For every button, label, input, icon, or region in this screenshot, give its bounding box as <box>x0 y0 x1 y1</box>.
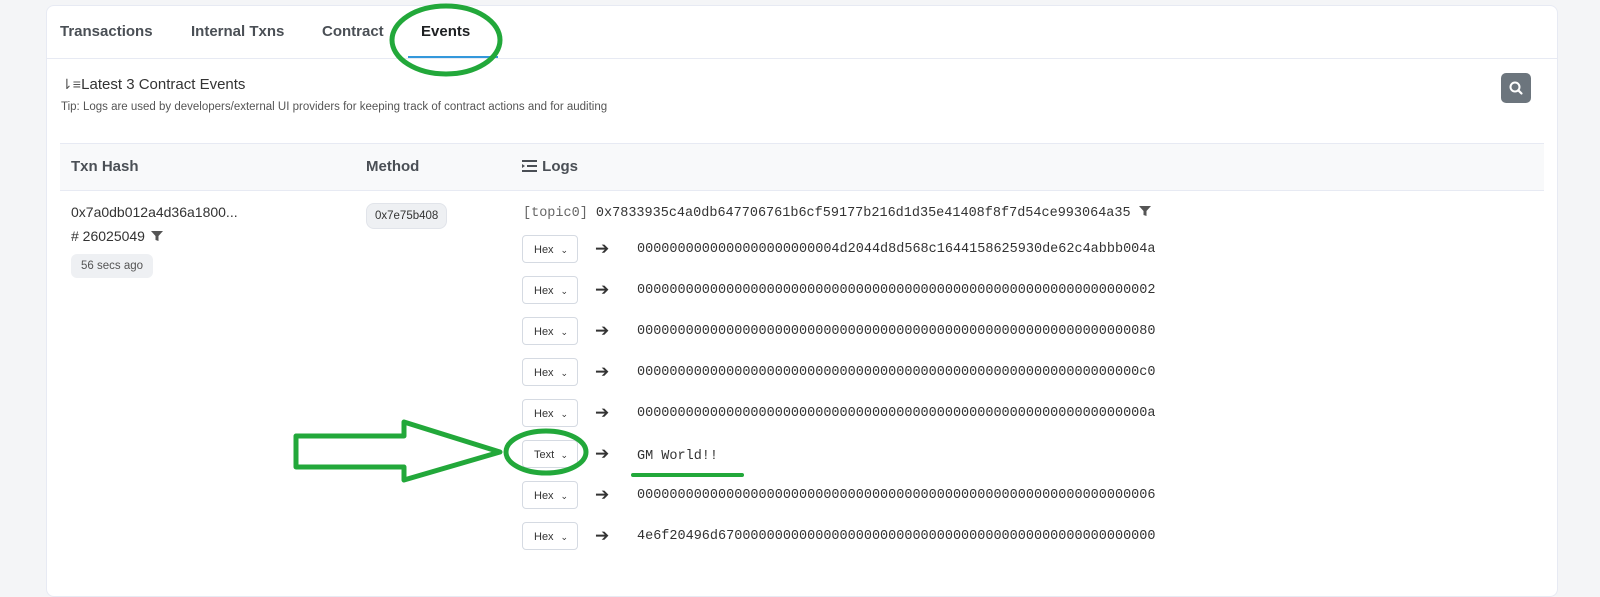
table-header: Txn Hash Method Logs <box>60 143 1544 191</box>
header-logs-label: Logs <box>542 158 579 175</box>
log-row: Hex ⌄ ➔ 000000000000000000000000000000000… <box>522 399 1552 429</box>
chevron-down-icon: ⌄ <box>560 286 568 296</box>
log-row-highlighted: Text ⌄ ➔ GM World!! <box>522 440 1552 470</box>
header-logs: Logs <box>522 158 578 175</box>
log-value: 0000000000000000000000000000000000000000… <box>637 406 1156 421</box>
block-number-link[interactable]: # 26025049 <box>71 228 145 244</box>
header-txn-hash: Txn Hash <box>71 158 139 175</box>
log-row: Hex ⌄ ➔ 000000000000000000000000000000000… <box>522 481 1552 511</box>
log-format-select[interactable]: Hex ⌄ <box>522 235 578 263</box>
log-format-select[interactable]: Hex ⌄ <box>522 522 578 550</box>
log-row: Hex ⌄ ➔ 0000000000000000000000004d2044d8d… <box>522 235 1552 265</box>
chevron-down-icon: ⌄ <box>560 532 568 542</box>
chevron-down-icon: ⌄ <box>560 245 568 255</box>
log-value: 4e6f20496d670000000000000000000000000000… <box>637 529 1156 544</box>
log-row: Hex ⌄ ➔ 000000000000000000000000000000000… <box>522 358 1552 388</box>
log-value: 0000000000000000000000004d2044d8d568c164… <box>637 242 1156 257</box>
log-format-select[interactable]: Hex ⌄ <box>522 276 578 304</box>
log-value: 0000000000000000000000000000000000000000… <box>637 324 1156 339</box>
log-row: Hex ⌄ ➔ 000000000000000000000000000000000… <box>522 276 1552 306</box>
tab-events[interactable]: Events <box>421 23 470 40</box>
events-title-text: Latest 3 Contract Events <box>81 76 246 93</box>
arrow-right-icon: ➔ <box>595 321 610 340</box>
block-number: # 26025049 <box>71 228 163 244</box>
topic0-line: [topic0] 0x7833935c4a0db647706761b6cf591… <box>523 205 1151 221</box>
log-format-select[interactable]: Hex ⌄ <box>522 317 578 345</box>
arrow-right-icon: ➔ <box>595 485 610 504</box>
chevron-down-icon: ⌄ <box>560 450 568 460</box>
log-value: 0000000000000000000000000000000000000000… <box>637 365 1156 380</box>
tab-contract[interactable]: Contract <box>322 23 384 40</box>
topic-value: 0x7833935c4a0db647706761b6cf59177b216d1d… <box>595 206 1131 221</box>
arrow-right-icon: ➔ <box>595 239 610 258</box>
chevron-down-icon: ⌄ <box>560 409 568 419</box>
search-button[interactable] <box>1501 73 1531 103</box>
events-tip: Tip: Logs are used by developers/externa… <box>61 101 608 113</box>
topic-label: [topic0] <box>523 206 588 221</box>
log-value: 0000000000000000000000000000000000000000… <box>637 488 1156 503</box>
log-format-select[interactable]: Hex ⌄ <box>522 481 578 509</box>
events-heading: ⇂≡ Latest 3 Contract Events <box>61 76 245 93</box>
log-value: GM World!! <box>637 449 719 464</box>
filter-icon[interactable] <box>1138 205 1151 217</box>
log-value: 0000000000000000000000000000000000000000… <box>637 283 1156 298</box>
tab-internal-txns[interactable]: Internal Txns <box>191 23 284 40</box>
contract-card: Transactions Internal Txns Contract Even… <box>46 5 1558 597</box>
arrow-right-icon: ➔ <box>595 403 610 422</box>
arrow-right-icon: ➔ <box>595 280 610 299</box>
log-format-select[interactable]: Text ⌄ <box>522 440 578 468</box>
log-row: Hex ⌄ ➔ 4e6f20496d67000000000000000000000… <box>522 522 1552 552</box>
search-icon <box>1509 81 1523 95</box>
log-row: Hex ⌄ ➔ 000000000000000000000000000000000… <box>522 317 1552 347</box>
log-format-select[interactable]: Hex ⌄ <box>522 358 578 386</box>
arrow-right-icon: ➔ <box>595 526 610 545</box>
arrow-right-icon: ➔ <box>595 444 610 463</box>
chevron-down-icon: ⌄ <box>560 368 568 378</box>
tab-bar: Transactions Internal Txns Contract Even… <box>47 6 1557 59</box>
list-icon <box>522 160 537 172</box>
chevron-down-icon: ⌄ <box>560 327 568 337</box>
tab-transactions[interactable]: Transactions <box>60 23 153 40</box>
age-badge: 56 secs ago <box>71 254 154 278</box>
filter-icon[interactable] <box>150 230 163 242</box>
sort-icon: ⇂≡ <box>61 76 81 92</box>
header-method: Method <box>366 158 420 175</box>
chevron-down-icon: ⌄ <box>560 491 568 501</box>
arrow-right-icon: ➔ <box>595 362 610 381</box>
log-format-select[interactable]: Hex ⌄ <box>522 399 578 427</box>
active-tab-indicator <box>408 56 498 58</box>
txn-hash-link[interactable]: 0x7a0db012a4d36a1800... <box>71 204 238 220</box>
method-badge: 0x7e75b408 <box>366 203 448 229</box>
